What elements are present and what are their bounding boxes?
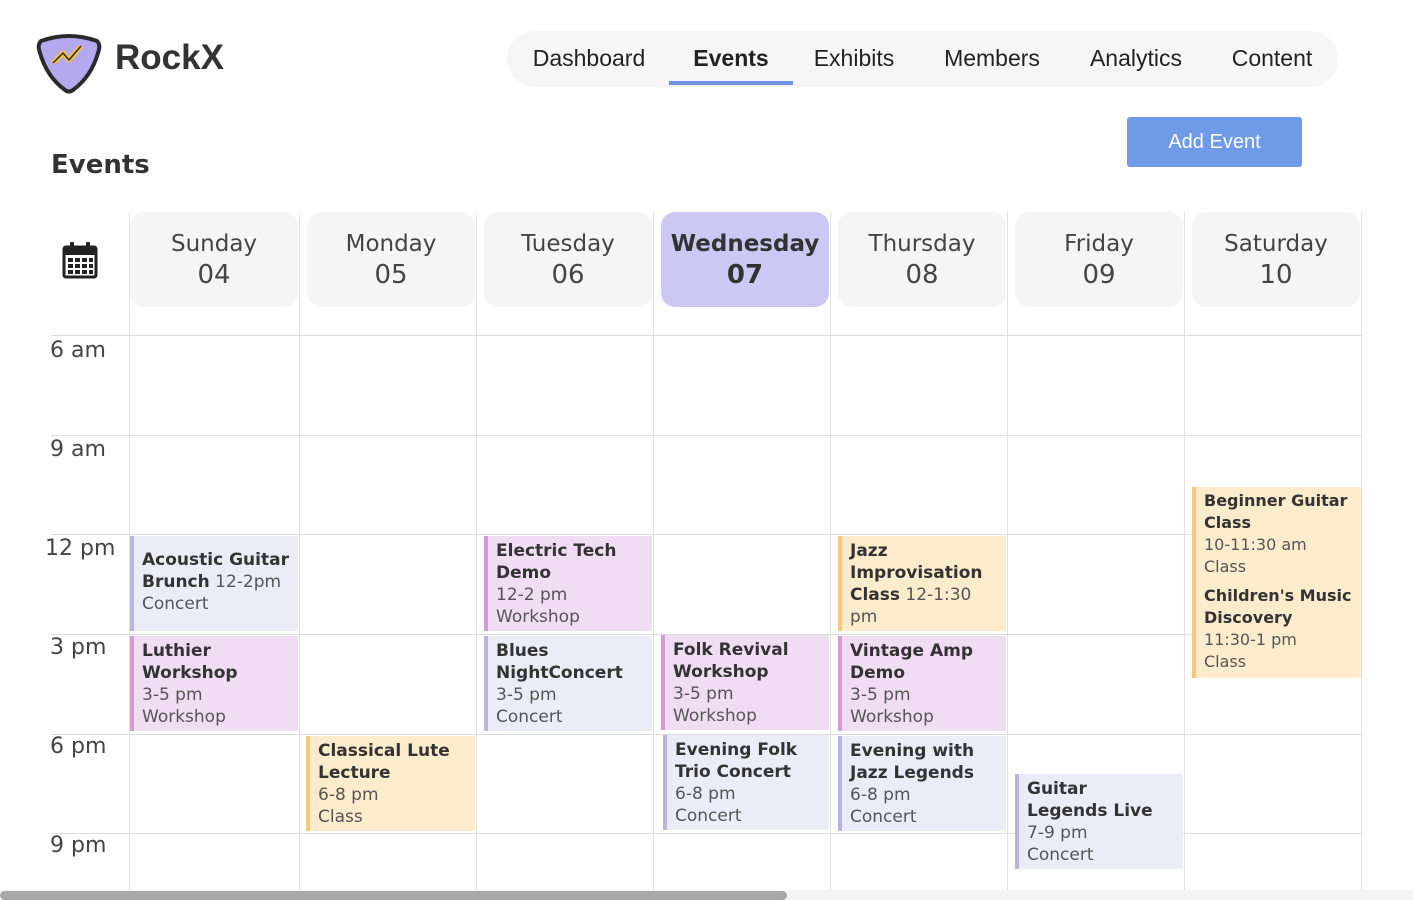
event-type: Concert <box>496 707 563 727</box>
event-title: Blues NightConcert <box>496 641 623 683</box>
event-type: Workshop <box>496 607 580 627</box>
grid-row-divider <box>51 534 1361 535</box>
active-tab-indicator <box>669 81 793 85</box>
event-time: 6-8 pm <box>850 785 911 805</box>
brand-name[interactable]: RockX <box>115 38 224 78</box>
event-card-stack[interactable]: Beginner Guitar Class 10-11:30 am Class … <box>1192 487 1361 678</box>
event-time: 6-8 pm <box>318 785 379 805</box>
event-time: 12-2pm <box>215 572 282 592</box>
event-card[interactable]: Acoustic Guitar Brunch 12-2pm Concert <box>130 536 298 631</box>
tab-analytics[interactable]: Analytics <box>1085 31 1187 87</box>
event-card[interactable]: Electric Tech Demo 12-2 pm Workshop <box>484 536 652 631</box>
day-header-wednesday[interactable]: Wednesday 07 <box>661 212 829 307</box>
event-title: Evening Folk Trio Concert <box>675 740 798 782</box>
event-card[interactable]: Jazz Improvisation Class 12-1:30 pm Clas… <box>838 536 1006 631</box>
event-time: 10-11:30 am <box>1204 535 1307 554</box>
calendar-icon[interactable] <box>62 241 98 279</box>
event-type: Concert <box>850 807 917 827</box>
event-card[interactable]: Blues NightConcert 3-5 pm Concert <box>484 636 652 731</box>
day-name: Monday <box>345 231 437 257</box>
event-type: Workshop <box>142 707 226 727</box>
event-title: Beginner Guitar Class <box>1204 491 1348 532</box>
tab-members[interactable]: Members <box>939 31 1045 87</box>
event-title: Vintage Amp Demo <box>850 641 974 683</box>
grid-column-divider <box>1184 212 1185 890</box>
horizontal-scrollbar-thumb[interactable] <box>0 891 787 900</box>
day-number: 06 <box>551 260 585 290</box>
time-label: 9 pm <box>50 833 107 858</box>
tab-events[interactable]: Events <box>669 31 793 87</box>
day-header-thursday[interactable]: Thursday 08 <box>838 212 1006 307</box>
event-card[interactable]: Vintage Amp Demo 3-5 pm Workshop <box>838 636 1006 731</box>
event-title: Folk Revival Workshop <box>673 640 789 682</box>
event-type: Workshop <box>850 707 934 727</box>
day-number: 04 <box>197 260 231 290</box>
time-label: 6 pm <box>50 734 107 759</box>
event-time: 3-5 pm <box>142 685 203 705</box>
event-card[interactable]: Luthier Workshop 3-5 pm Workshop <box>130 636 298 731</box>
grid-row-divider <box>51 335 1361 336</box>
event-card[interactable]: Classical Lute Lecture 6-8 pm Class <box>306 736 475 831</box>
tab-content[interactable]: Content <box>1227 31 1317 87</box>
add-event-button[interactable]: Add Event <box>1127 117 1302 167</box>
event-card[interactable]: Folk Revival Workshop 3-5 pm Workshop <box>661 635 829 730</box>
event-title: Luthier Workshop <box>142 641 238 683</box>
day-header-tuesday[interactable]: Tuesday 06 <box>484 212 652 307</box>
day-number: 09 <box>1082 260 1116 290</box>
event-type: Class <box>318 807 363 827</box>
grid-column-divider <box>1007 212 1008 890</box>
event-time: 3-5 pm <box>850 685 911 705</box>
day-name: Wednesday <box>670 231 820 257</box>
day-header-monday[interactable]: Monday 05 <box>307 212 475 307</box>
grid-column-divider <box>653 212 654 890</box>
day-name: Thursday <box>868 231 976 257</box>
day-name: Friday <box>1064 231 1134 257</box>
grid-column-divider <box>476 212 477 890</box>
day-number: 05 <box>374 260 408 290</box>
grid-column-divider <box>299 212 300 890</box>
event-type: Concert <box>675 806 742 826</box>
day-name: Tuesday <box>521 231 615 257</box>
event-card[interactable]: Evening Folk Trio Concert 6-8 pm Concert <box>663 735 829 830</box>
event-time: 11:30-1 pm <box>1204 630 1297 649</box>
day-number: 07 <box>726 260 764 290</box>
day-name: Sunday <box>170 231 258 257</box>
grid-row-divider <box>51 435 1361 436</box>
event-type: Workshop <box>673 706 757 726</box>
time-label: 12 pm <box>45 536 116 561</box>
event-card[interactable]: Evening with Jazz Legends 6-8 pm Concert <box>838 736 1006 831</box>
event-type: Concert <box>142 594 209 614</box>
time-label: 3 pm <box>50 635 107 660</box>
grid-column-divider <box>830 212 831 890</box>
event-time: 6-8 pm <box>675 784 736 804</box>
event-type: Class <box>1204 557 1247 576</box>
event-card[interactable]: Guitar Legends Live 7-9 pm Concert <box>1015 774 1183 869</box>
day-number: 08 <box>905 260 939 290</box>
event-time: 3-5 pm <box>673 684 734 704</box>
day-header-saturday[interactable]: Saturday 10 <box>1192 212 1360 307</box>
tab-exhibits[interactable]: Exhibits <box>807 31 901 87</box>
event-title: Guitar Legends Live <box>1027 779 1153 821</box>
event-time: 3-5 pm <box>496 685 557 705</box>
time-label: 6 am <box>50 338 106 363</box>
main-nav: Dashboard Events Exhibits Members Analyt… <box>507 31 1338 87</box>
day-name: Saturday <box>1224 231 1328 257</box>
day-header-friday[interactable]: Friday 09 <box>1015 212 1183 307</box>
event-time: 12-2 pm <box>496 585 568 605</box>
event-type: Class <box>1204 652 1247 671</box>
event-title: Classical Lute Lecture <box>318 741 450 783</box>
page-title: Events <box>51 150 150 180</box>
event-title: Electric Tech Demo <box>496 541 617 583</box>
event-type: Class <box>850 629 895 631</box>
event-title: Children's Music Discovery <box>1204 586 1352 627</box>
day-number: 10 <box>1259 260 1293 290</box>
event-title: Evening with Jazz Legends <box>850 741 975 783</box>
event-time: 7-9 pm <box>1027 823 1088 843</box>
tab-dashboard[interactable]: Dashboard <box>529 31 649 87</box>
day-header-sunday[interactable]: Sunday 04 <box>130 212 298 307</box>
event-type: Concert <box>1027 845 1094 865</box>
grid-column-divider <box>1361 212 1362 890</box>
rockx-logo-icon[interactable] <box>35 33 103 95</box>
time-label: 9 am <box>50 437 106 462</box>
